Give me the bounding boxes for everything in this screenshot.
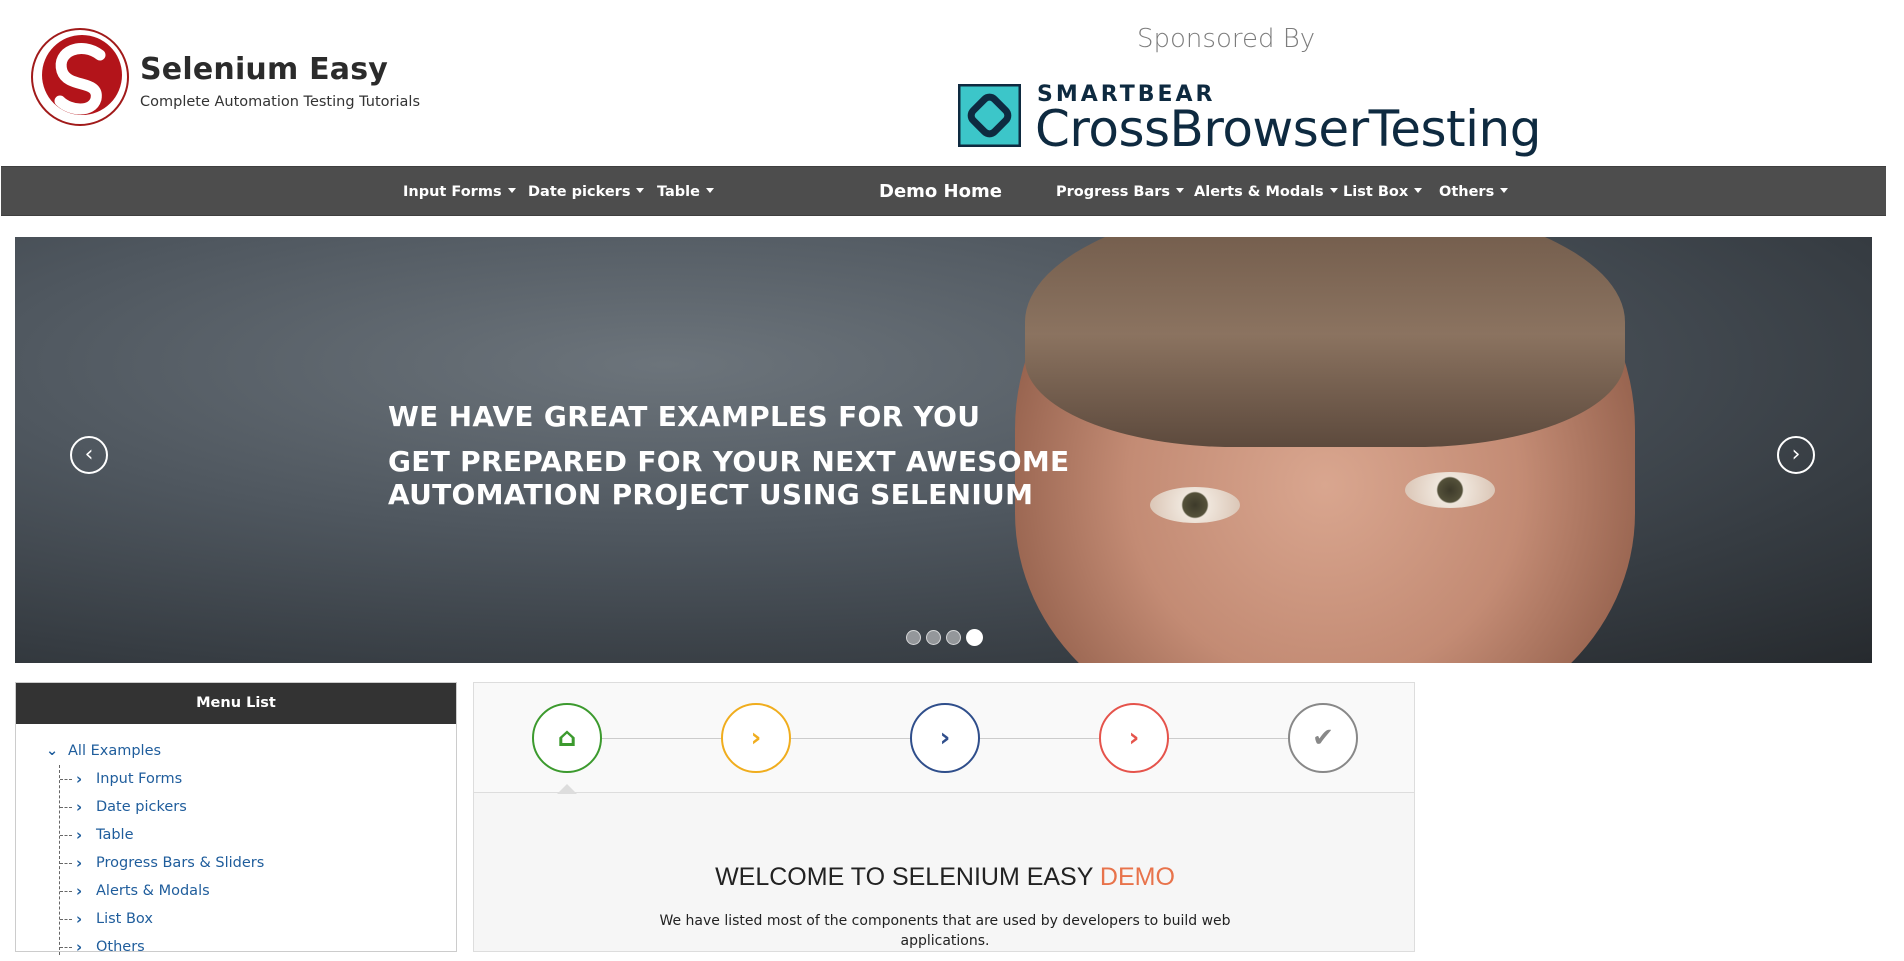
- tree-item[interactable]: › List Box: [16, 905, 456, 933]
- chevron-right-icon: ›: [76, 798, 83, 816]
- menu-list-title: Menu List: [16, 683, 456, 724]
- nav-input-forms-label: Input Forms: [403, 184, 502, 200]
- nav-others[interactable]: Others: [1439, 167, 1509, 217]
- nav-progress-bars-label: Progress Bars: [1056, 184, 1171, 200]
- caret-down-icon: [636, 188, 645, 193]
- wizard-step-2[interactable]: ›: [721, 703, 791, 773]
- welcome-heading-accent: DEMO: [1099, 863, 1175, 891]
- caret-down-icon: [706, 188, 714, 193]
- wizard-step-4[interactable]: ›: [1099, 703, 1169, 773]
- tree-item[interactable]: › Table: [16, 821, 456, 849]
- tree-item[interactable]: › Input Forms: [16, 765, 456, 793]
- chevron-left-icon: ‹: [84, 442, 94, 467]
- sponsor-product[interactable]: CrossBrowserTesting: [1035, 100, 1541, 158]
- welcome-heading-main: WELCOME TO SELENIUM EASY: [715, 863, 1100, 891]
- nav-progress-bars[interactable]: Progress Bars: [1056, 167, 1185, 217]
- carousel-heading: WE HAVE GREAT EXAMPLES FOR YOU: [388, 400, 981, 433]
- home-icon: ⌂: [557, 723, 577, 753]
- carousel-image-eye: [1405, 472, 1495, 508]
- carousel-next-button[interactable]: ›: [1777, 436, 1815, 474]
- nav-demo-home[interactable]: Demo Home: [879, 167, 1002, 217]
- chevron-right-icon: ›: [76, 938, 83, 956]
- tree-item-label: Others: [96, 939, 145, 955]
- tree-root-label: All Examples: [68, 743, 162, 759]
- chevron-right-icon: ›: [76, 882, 83, 900]
- hero-carousel[interactable]: WE HAVE GREAT EXAMPLES FOR YOU GET PREPA…: [15, 237, 1872, 663]
- chevron-down-icon: ⌄: [46, 743, 59, 759]
- tree-items: › Input Forms › Date pickers › Table › Progress…: [16, 765, 456, 961]
- caret-down-icon: [1414, 188, 1423, 193]
- crossbrowsertesting-logo-icon[interactable]: [958, 84, 1021, 147]
- carousel-indicator-dot[interactable]: [946, 630, 961, 645]
- wizard-step-5[interactable]: ✔: [1288, 703, 1358, 773]
- nav-list-box-label: List Box: [1343, 184, 1409, 200]
- nav-table-label: Table: [657, 184, 700, 200]
- tree-item[interactable]: › Progress Bars & Sliders: [16, 849, 456, 877]
- tree-item[interactable]: › Others: [16, 933, 456, 961]
- caret-down-icon: [507, 188, 516, 193]
- chevron-right-icon: ›: [76, 854, 83, 872]
- welcome-description: We have listed most of the components th…: [659, 913, 1231, 949]
- tree-root-all-examples[interactable]: ⌄ All Examples: [16, 737, 456, 765]
- wizard-step-1[interactable]: ⌂: [532, 703, 602, 773]
- chevron-right-icon: ›: [1791, 442, 1801, 467]
- tree-item[interactable]: › Alerts & Modals: [16, 877, 456, 905]
- chevron-right-icon: ›: [939, 723, 951, 753]
- chevron-right-icon: ›: [76, 826, 83, 844]
- tree-item-label: Alerts & Modals: [96, 883, 210, 899]
- menu-list-panel: Menu List ⌄ All Examples › Input Forms › Da…: [15, 682, 457, 956]
- nav-list-box[interactable]: List Box: [1343, 167, 1423, 217]
- brand-subtitle: Complete Automation Testing Tutorials: [140, 94, 420, 110]
- carousel-prev-button[interactable]: ‹: [70, 436, 108, 474]
- welcome-panel: ⌂ › › › ✔ WELCOME TO SELENIUM EASY DEMO We h…: [473, 682, 1415, 952]
- carousel-subheading: GET PREPARED FOR YOUR NEXT AWESOME AUTOM…: [388, 445, 1070, 511]
- caret-down-icon: [1500, 188, 1509, 193]
- active-step-pointer: [557, 784, 577, 794]
- carousel-image-eye: [1150, 487, 1240, 523]
- nav-date-pickers-label: Date pickers: [528, 184, 631, 200]
- chevron-right-icon: ›: [76, 910, 83, 928]
- chevron-right-icon: ›: [76, 770, 83, 788]
- wizard-steps: ⌂ › › › ✔: [474, 683, 1414, 793]
- nav-input-forms[interactable]: Input Forms: [403, 167, 516, 217]
- menu-tree: ⌄ All Examples › Input Forms › Date pickers…: [16, 724, 456, 961]
- tree-item-label: Table: [96, 827, 134, 843]
- sponsored-label: Sponsored By: [1137, 24, 1316, 54]
- caret-down-icon: [1329, 188, 1338, 193]
- carousel-indicator-dot[interactable]: [926, 630, 941, 645]
- tree-item-label: Date pickers: [96, 799, 187, 815]
- nav-alerts-modals-label: Alerts & Modals: [1194, 184, 1324, 200]
- carousel-indicator-dot[interactable]: [906, 630, 921, 645]
- nav-date-pickers[interactable]: Date pickers: [528, 167, 645, 217]
- selenium-easy-logo[interactable]: [30, 27, 130, 127]
- nav-others-label: Others: [1439, 184, 1495, 200]
- carousel-image-hair: [1025, 237, 1625, 447]
- nav-alerts-modals[interactable]: Alerts & Modals: [1194, 167, 1338, 217]
- carousel-indicators: [906, 629, 983, 646]
- caret-down-icon: [1176, 188, 1185, 193]
- brand-title[interactable]: Selenium Easy: [140, 52, 388, 87]
- nav-table[interactable]: Table: [657, 167, 714, 217]
- wizard-step-3[interactable]: ›: [910, 703, 980, 773]
- carousel-indicator-dot[interactable]: [966, 629, 983, 646]
- main-navbar: Input Forms Date pickers Table Demo Home…: [1, 166, 1886, 216]
- tree-item-label: List Box: [96, 911, 153, 927]
- site-header: Selenium Easy Complete Automation Testin…: [0, 0, 1886, 165]
- welcome-heading: WELCOME TO SELENIUM EASY DEMO: [474, 863, 1416, 892]
- check-icon: ✔: [1312, 723, 1334, 753]
- chevron-right-icon: ›: [750, 723, 762, 753]
- tree-item-label: Input Forms: [96, 771, 183, 787]
- tree-item[interactable]: › Date pickers: [16, 793, 456, 821]
- chevron-right-icon: ›: [1128, 723, 1140, 753]
- tree-item-label: Progress Bars & Sliders: [96, 855, 265, 871]
